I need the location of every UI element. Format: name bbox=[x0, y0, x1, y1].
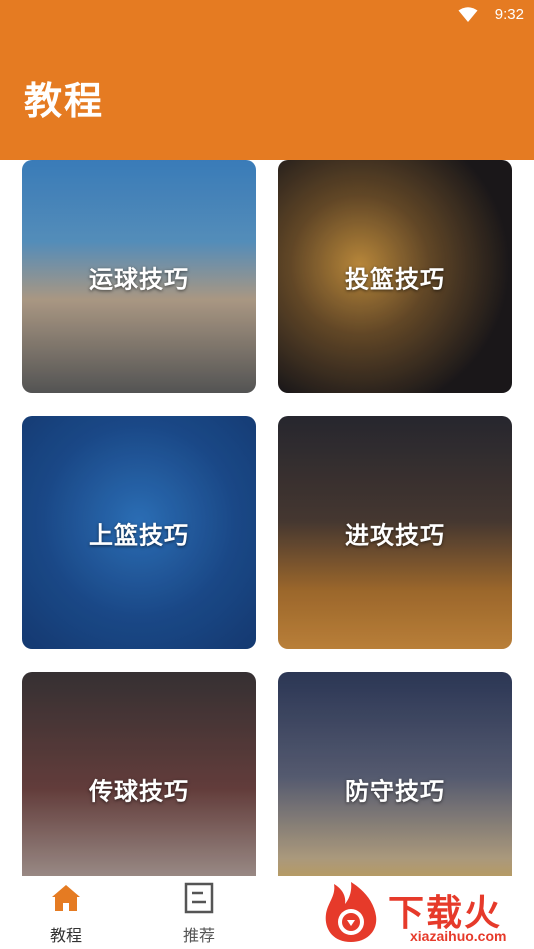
tab-recommend[interactable]: 推荐 bbox=[149, 876, 249, 949]
page-title: 教程 bbox=[24, 79, 105, 123]
tab-label: 教程 bbox=[49, 926, 82, 945]
card-defense[interactable]: 防守技巧 bbox=[278, 672, 512, 876]
card-shooting[interactable]: 投篮技巧 bbox=[278, 160, 512, 393]
card-label: 进攻技巧 bbox=[345, 521, 445, 549]
card-layup[interactable]: 上篮技巧 bbox=[22, 416, 256, 649]
card-label: 投篮技巧 bbox=[345, 265, 445, 293]
card-dribbling[interactable]: 运球技巧 bbox=[22, 160, 256, 393]
tab-label: 推荐 bbox=[182, 926, 215, 945]
home-icon bbox=[52, 885, 80, 911]
status-bar: 9:32 bbox=[0, 0, 534, 32]
app-header: 教程 bbox=[0, 32, 534, 160]
card-offense[interactable]: 进攻技巧 bbox=[278, 416, 512, 649]
status-time: 9:32 bbox=[494, 6, 524, 23]
card-passing[interactable]: 传球技巧 bbox=[22, 672, 256, 876]
card-label: 传球技巧 bbox=[89, 777, 189, 805]
watermark-logo: 下载火 xiazaihuo.com bbox=[318, 880, 528, 946]
tab-tutorials[interactable]: 教程 bbox=[16, 876, 116, 949]
card-label: 上篮技巧 bbox=[89, 521, 189, 549]
tutorial-grid: 运球技巧 投篮技巧 上篮技巧 进攻技巧 传球技巧 防守技巧 bbox=[0, 160, 534, 876]
card-label: 防守技巧 bbox=[345, 777, 445, 805]
document-icon bbox=[184, 882, 214, 914]
card-label: 运球技巧 bbox=[89, 265, 189, 293]
watermark-url: xiazaihuo.com bbox=[410, 928, 507, 944]
flame-logo-icon bbox=[325, 882, 377, 942]
wifi-icon bbox=[458, 7, 478, 22]
